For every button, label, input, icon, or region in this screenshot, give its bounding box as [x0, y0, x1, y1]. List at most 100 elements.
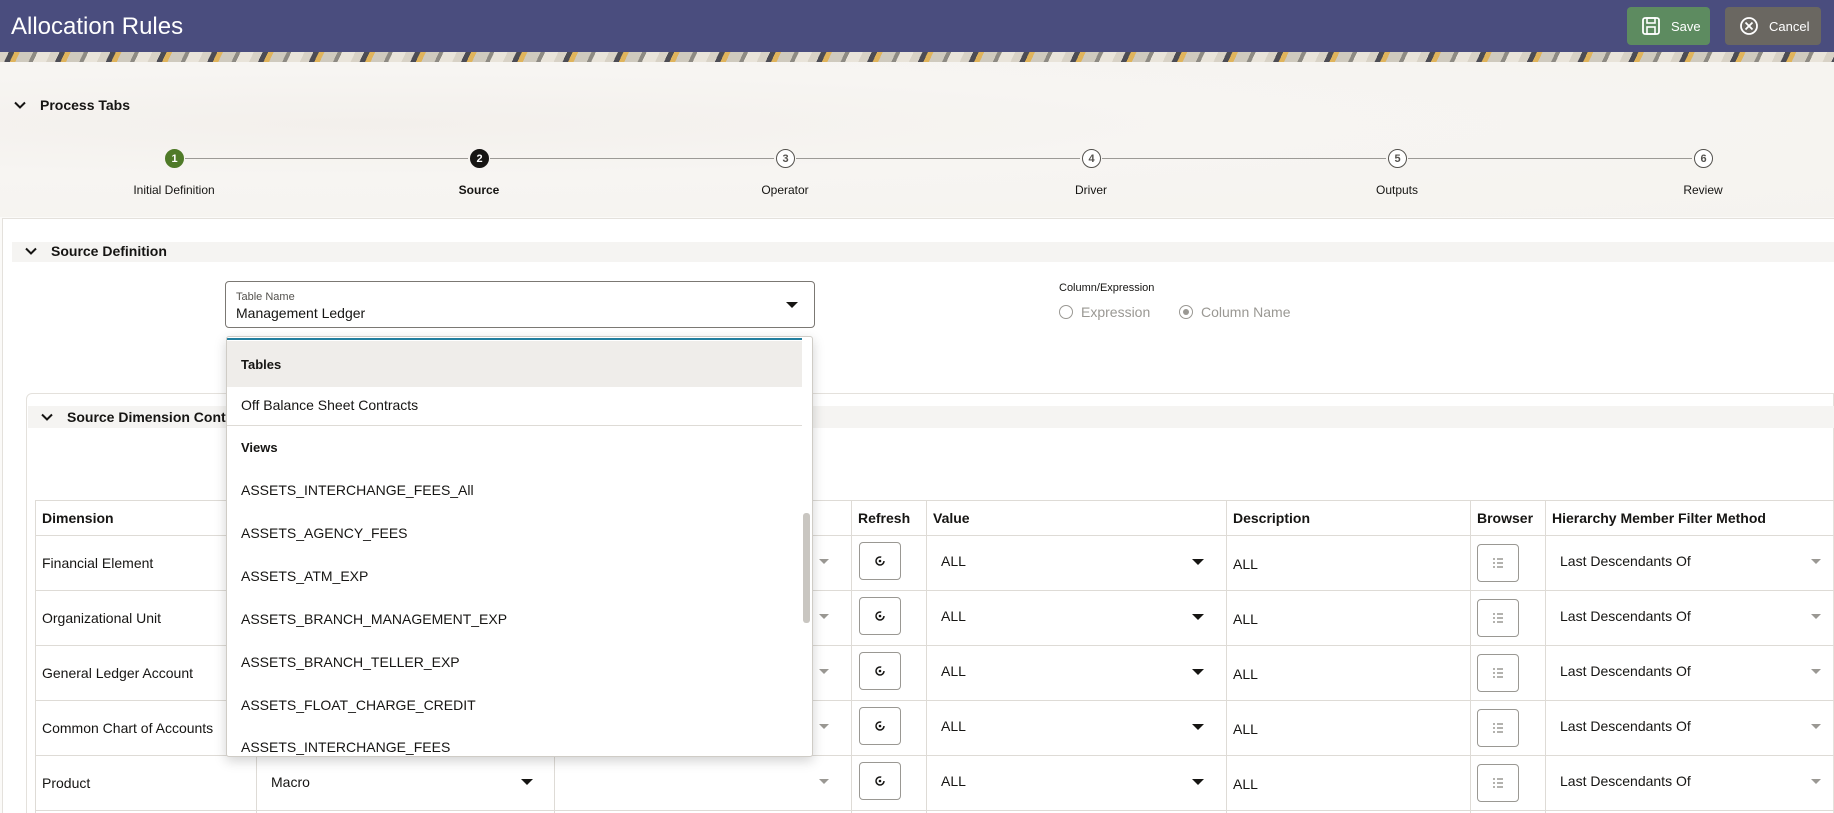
source-dimension-controls-toggle[interactable]: Source Dimension Cont — [41, 409, 226, 425]
column-name-radio-label: Column Name — [1201, 304, 1291, 320]
step-3-circle[interactable]: 3 — [776, 149, 795, 168]
chevron-down-icon[interactable] — [1192, 558, 1204, 565]
process-tabs-label: Process Tabs — [40, 97, 131, 113]
process-tabs-area — [0, 62, 1834, 217]
description-value: ALL — [1233, 720, 1258, 737]
cancel-label: Cancel — [1769, 18, 1810, 34]
dimension-name: Financial Element — [42, 554, 154, 571]
stepper-connector — [796, 158, 1080, 159]
description-value: ALL — [1233, 555, 1258, 572]
browser-button[interactable] — [1477, 653, 1519, 692]
chevron-down-icon[interactable] — [1192, 723, 1204, 730]
chevron-down-icon[interactable] — [1192, 613, 1204, 620]
stepper-connector — [490, 158, 774, 159]
chevron-down-icon[interactable] — [1811, 668, 1821, 674]
step-5-circle[interactable]: 5 — [1388, 149, 1407, 168]
value-select[interactable]: ALL — [941, 607, 966, 625]
refresh-icon — [875, 555, 885, 566]
refresh-button[interactable] — [859, 706, 901, 745]
column-header-value: Value — [933, 509, 970, 526]
table-name-select[interactable]: Table Name Management Ledger — [225, 281, 815, 328]
dropdown-option[interactable]: Off Balance Sheet Contracts — [241, 397, 418, 413]
refresh-button[interactable] — [859, 596, 901, 635]
list-icon — [1493, 777, 1503, 788]
description-value: ALL — [1233, 665, 1258, 682]
hierarchy-method-select[interactable]: Last Descendants Of — [1560, 772, 1691, 790]
dimension-name: Common Chart of Accounts — [42, 719, 214, 736]
dropdown-option[interactable]: ASSETS_AGENCY_FEES — [241, 525, 408, 541]
step-1-circle[interactable]: 1 — [165, 149, 184, 168]
browser-button[interactable] — [1477, 763, 1519, 802]
hierarchy-method-select[interactable]: Last Descendants Of — [1560, 717, 1691, 735]
value-select[interactable]: ALL — [941, 552, 966, 570]
chevron-down-icon[interactable] — [1811, 558, 1821, 564]
chevron-down-icon[interactable] — [819, 613, 829, 619]
cancel-button[interactable]: Cancel — [1725, 7, 1821, 45]
value-select[interactable]: ALL — [941, 772, 966, 790]
step-2-label[interactable]: Source — [409, 183, 549, 197]
dropdown-option[interactable]: ASSETS_INTERCHANGE_FEES_All — [241, 482, 474, 498]
column-header-description: Description — [1233, 509, 1311, 526]
chevron-down-icon[interactable] — [1192, 778, 1204, 785]
grid-column-divider — [926, 500, 927, 813]
chevron-down-icon[interactable] — [521, 778, 533, 785]
process-tabs-toggle[interactable]: Process Tabs — [14, 97, 130, 113]
dropdown-divider — [227, 425, 802, 426]
dropdown-option[interactable]: ASSETS_FLOAT_CHARGE_CREDIT — [241, 697, 476, 713]
hierarchy-method-select[interactable]: Last Descendants Of — [1560, 662, 1691, 680]
decorative-band — [0, 52, 1834, 62]
grid-column-divider — [1470, 500, 1471, 813]
step-1-label[interactable]: Initial Definition — [104, 183, 244, 197]
description-value: ALL — [1233, 775, 1258, 792]
browser-button[interactable] — [1477, 708, 1519, 747]
save-button[interactable]: Save — [1627, 7, 1710, 45]
dropdown-scrollbar[interactable] — [803, 513, 810, 623]
chevron-down-icon[interactable] — [819, 558, 829, 564]
source-definition-toggle[interactable]: Source Definition — [25, 243, 167, 259]
dropdown-option[interactable]: ASSETS_BRANCH_MANAGEMENT_EXP — [241, 611, 507, 627]
chevron-down-icon[interactable] — [819, 668, 829, 674]
save-label: Save — [1671, 18, 1701, 34]
chevron-down-icon[interactable] — [819, 778, 829, 784]
column-header-refresh: Refresh — [858, 509, 911, 526]
chevron-down-icon[interactable] — [819, 723, 829, 729]
refresh-button[interactable] — [859, 541, 901, 580]
radio-checked-icon — [1179, 305, 1193, 319]
refresh-button[interactable] — [859, 761, 901, 800]
hierarchy-method-select[interactable]: Last Descendants Of — [1560, 552, 1691, 570]
dropdown-option[interactable]: ASSETS_INTERCHANGE_FEES — [241, 739, 450, 755]
step-3-label[interactable]: Operator — [715, 183, 855, 197]
column-name-radio[interactable]: Column Name — [1179, 304, 1290, 320]
refresh-icon — [875, 775, 885, 786]
step-4-label[interactable]: Driver — [1021, 183, 1161, 197]
app-header: Allocation Rules Save Cancel — [0, 0, 1834, 52]
expression-radio[interactable]: Expression — [1059, 304, 1150, 320]
dropdown-option[interactable]: ASSETS_BRANCH_TELLER_EXP — [241, 654, 460, 670]
browser-button[interactable] — [1477, 543, 1519, 582]
chevron-down-icon[interactable] — [1192, 668, 1204, 675]
hierarchy-method-select[interactable]: Last Descendants Of — [1560, 607, 1691, 625]
chevron-down-icon[interactable] — [1811, 723, 1821, 729]
chevron-down-icon[interactable] — [1811, 778, 1821, 784]
refresh-icon — [875, 720, 885, 731]
close-circle-icon — [1740, 17, 1758, 35]
step-6-label[interactable]: Review — [1633, 183, 1773, 197]
step-6-circle[interactable]: 6 — [1694, 149, 1713, 168]
dropdown-option[interactable]: ASSETS_ATM_EXP — [241, 568, 368, 584]
column-header-dimension: Dimension — [42, 509, 114, 526]
list-icon — [1493, 722, 1503, 733]
step-2-circle[interactable]: 2 — [470, 149, 489, 168]
source-definition-label: Source Definition — [51, 243, 167, 259]
step-4-circle[interactable]: 4 — [1082, 149, 1101, 168]
refresh-icon — [875, 665, 885, 676]
refresh-button[interactable] — [859, 651, 901, 690]
dimension-filter-value[interactable]: Macro — [271, 773, 310, 791]
column-header-hierarchy-method: Hierarchy Member Filter Method — [1552, 509, 1766, 526]
grid-column-divider — [35, 500, 36, 813]
value-select[interactable]: ALL — [941, 717, 966, 735]
chevron-down-icon — [25, 247, 37, 255]
value-select[interactable]: ALL — [941, 662, 966, 680]
browser-button[interactable] — [1477, 598, 1519, 637]
step-5-label[interactable]: Outputs — [1327, 183, 1467, 197]
chevron-down-icon[interactable] — [1811, 613, 1821, 619]
